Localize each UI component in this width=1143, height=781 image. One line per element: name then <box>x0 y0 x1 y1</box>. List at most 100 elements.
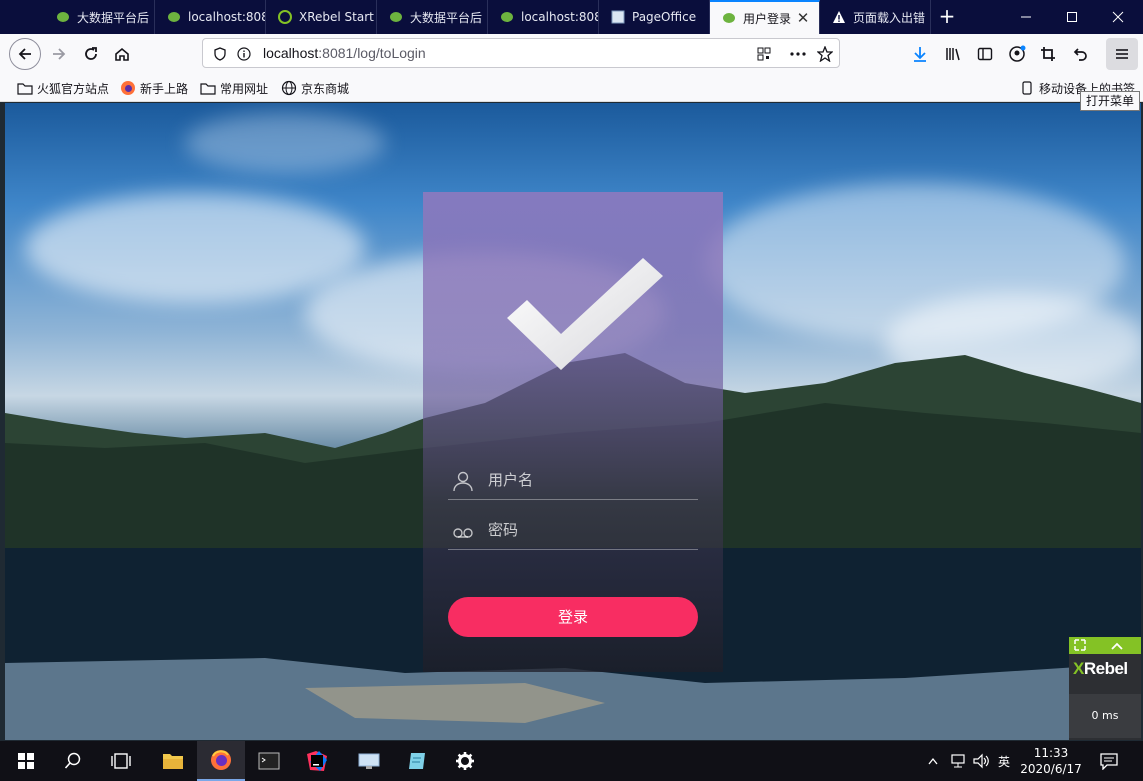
speaker-icon <box>973 753 989 769</box>
close-window-button[interactable] <box>1095 0 1141 34</box>
clock-time: 11:33 <box>1033 746 1069 760</box>
settings-button[interactable] <box>441 741 489 781</box>
minimize-button[interactable] <box>1003 0 1049 34</box>
checkmark-logo-icon <box>507 258 663 370</box>
username-input[interactable] <box>488 468 688 492</box>
login-button[interactable]: 登录 <box>448 597 698 637</box>
expand-icon[interactable] <box>1074 639 1086 651</box>
library-button[interactable] <box>937 38 969 70</box>
password-field <box>448 510 698 550</box>
maximize-button[interactable] <box>1049 0 1095 34</box>
intellij-idea-icon <box>307 751 327 771</box>
spring-leaf-icon <box>389 10 403 24</box>
login-page-background: 登录 <box>5 103 1141 740</box>
password-input[interactable] <box>488 518 688 542</box>
undo-arrow-icon <box>1073 48 1087 61</box>
download-icon <box>914 47 926 62</box>
gear-icon <box>456 752 474 770</box>
tab-2[interactable]: localhost:8081 <box>155 0 266 34</box>
monitor-icon <box>358 753 380 769</box>
url-text[interactable]: localhost:8081/log/toLogin <box>263 45 426 61</box>
notepad-icon <box>409 753 425 769</box>
xrebel-icon <box>278 10 292 24</box>
bookmark-item-2[interactable]: 新手上路 <box>120 79 188 97</box>
undo-button[interactable] <box>1064 38 1096 70</box>
spring-leaf-icon <box>167 10 181 24</box>
start-button[interactable] <box>2 741 50 781</box>
info-icon[interactable] <box>235 45 253 63</box>
library-icon <box>946 48 960 61</box>
downloads-button[interactable] <box>904 38 936 70</box>
notifications-button[interactable] <box>1095 741 1123 781</box>
tray-expand-button[interactable] <box>925 741 941 781</box>
chevron-up-icon[interactable] <box>1111 641 1123 651</box>
intellij-idea-button[interactable] <box>293 741 341 781</box>
terminal-icon <box>258 752 280 770</box>
back-arrow-icon <box>18 48 31 60</box>
terminal-button[interactable] <box>245 741 293 781</box>
tab-6[interactable]: PageOffice <box>599 0 710 34</box>
firefox-icon <box>120 81 136 95</box>
nav-bar: localhost:8081/log/toLogin <box>0 34 1143 74</box>
bookmark-item-3[interactable]: 常用网址 <box>200 79 268 97</box>
network-icon <box>951 754 965 768</box>
back-button[interactable] <box>9 38 41 70</box>
page-actions-icon[interactable] <box>789 45 807 63</box>
folder-icon <box>17 81 33 95</box>
task-view-icon <box>111 753 131 769</box>
new-tab-button[interactable]: + <box>936 6 958 28</box>
account-button[interactable] <box>1001 38 1033 70</box>
xrebel-logo: XRebel <box>1073 659 1128 678</box>
mobile-device-icon <box>1019 81 1035 95</box>
network-button[interactable] <box>947 741 969 781</box>
forward-arrow-icon <box>53 48 66 60</box>
tab-4[interactable]: 大数据平台后 <box>377 0 488 34</box>
title-bar: 大数据平台后 localhost:8081 XRebel Start 大数据平台… <box>0 0 1143 34</box>
firefox-icon <box>211 750 231 770</box>
tab-1[interactable]: 大数据平台后 <box>44 0 155 34</box>
warning-icon <box>832 10 846 24</box>
shield-icon[interactable] <box>211 45 229 63</box>
windows-taskbar: 英 11:33 2020/6/17 <box>0 741 1143 781</box>
volume-button[interactable] <box>970 741 992 781</box>
forward-button[interactable] <box>43 38 75 70</box>
ime-indicator[interactable]: 英 <box>994 741 1014 781</box>
bookmark-item-1[interactable]: 火狐官方站点 <box>17 79 109 97</box>
file-explorer-icon <box>163 754 183 769</box>
notepad-app-button[interactable] <box>393 741 441 781</box>
firefox-taskbar-button[interactable] <box>197 741 245 781</box>
task-view-button[interactable] <box>97 741 145 781</box>
pageoffice-icon <box>611 10 625 24</box>
spring-leaf-icon <box>500 10 514 24</box>
xrebel-widget[interactable]: XRebel 0 ms <box>1069 637 1141 740</box>
clock[interactable]: 11:33 2020/6/17 <box>1016 745 1086 777</box>
notification-icon <box>1100 753 1118 770</box>
tab-5[interactable]: localhost:8081 <box>488 0 599 34</box>
tab-3[interactable]: XRebel Start <box>266 0 377 34</box>
close-tab-icon[interactable]: ✕ <box>796 11 810 26</box>
search-button[interactable] <box>49 741 97 781</box>
sidebar-icon <box>977 47 993 61</box>
open-menu-button[interactable] <box>1106 38 1138 70</box>
tab-8[interactable]: 页面载入出错 <box>820 0 931 34</box>
account-icon <box>1009 45 1026 62</box>
sidebar-button[interactable] <box>969 38 1001 70</box>
hamburger-icon <box>1116 49 1128 59</box>
voicemail-key-icon <box>453 528 473 538</box>
file-explorer-button[interactable] <box>149 741 197 781</box>
chevron-up-icon <box>928 757 938 765</box>
monitor-app-button[interactable] <box>345 741 393 781</box>
tab-7-active[interactable]: 用户登录 ✕ <box>710 0 820 34</box>
bookmark-item-4[interactable]: 京东商城 <box>281 79 349 97</box>
clock-date: 2020/6/17 <box>1020 762 1082 776</box>
qr-code-icon[interactable] <box>755 45 773 63</box>
crop-icon <box>1041 47 1055 61</box>
address-bar[interactable]: localhost:8081/log/toLogin <box>202 38 840 68</box>
home-button[interactable] <box>106 38 138 70</box>
search-icon <box>64 752 81 769</box>
screenshot-button[interactable] <box>1032 38 1064 70</box>
bookmark-star-icon[interactable] <box>816 45 834 63</box>
reload-button[interactable] <box>75 38 107 70</box>
spring-leaf-icon <box>56 10 70 24</box>
globe-icon <box>281 80 297 96</box>
